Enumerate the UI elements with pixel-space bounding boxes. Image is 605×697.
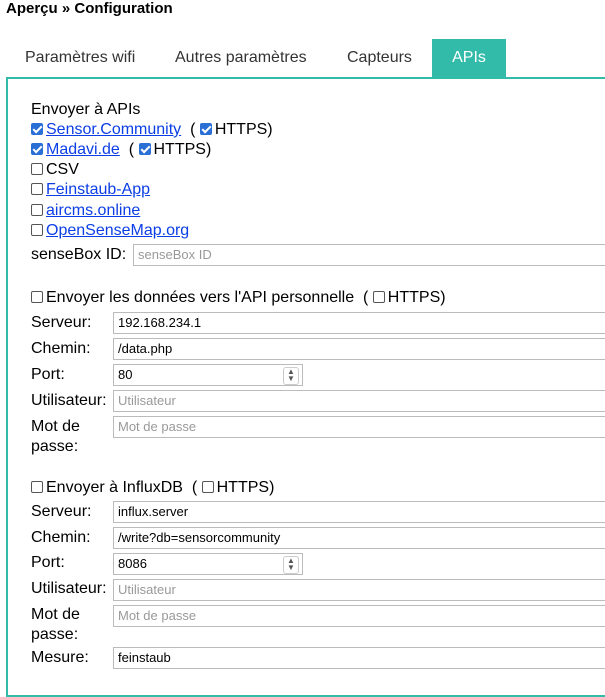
https-label: HTTPS) — [216, 479, 275, 496]
custom-pass-input[interactable]: Mot de passe — [113, 416, 605, 438]
influx-label: Envoyer à InfluxDB — [46, 479, 183, 496]
api-row-sensor-community: Sensor.Community ( HTTPS) — [31, 120, 273, 140]
custom-api-checkbox[interactable] — [31, 291, 43, 303]
sensor-community-https-checkbox[interactable] — [199, 123, 212, 135]
open-paren: ( — [190, 121, 196, 138]
custom-port-input[interactable]: 80 ▲ ▼ — [113, 364, 303, 386]
open-paren: ( — [191, 479, 198, 496]
custom-api-https-checkbox[interactable] — [372, 291, 385, 303]
sensebox-label: senseBox ID: — [31, 246, 127, 263]
tab-sensors[interactable]: Capteurs — [347, 39, 412, 77]
custom-port-value: 80 — [118, 367, 133, 382]
madavi-checkbox[interactable] — [31, 143, 43, 155]
influx-server-input[interactable]: influx.server — [113, 501, 605, 523]
aircms-checkbox[interactable] — [31, 204, 43, 216]
breadcrumb: Aperçu » Configuration — [6, 0, 173, 17]
https-label: HTTPS) — [387, 289, 446, 306]
madavi-https-checkbox[interactable] — [138, 143, 151, 155]
influx-server-label: Serveur: — [31, 503, 92, 520]
influx-row: Envoyer à InfluxDB ( HTTPS) — [31, 478, 274, 498]
influx-measure-label: Mesure: — [31, 649, 89, 666]
influx-port-input[interactable]: 8086 ▲ ▼ — [113, 553, 303, 575]
feinstaub-link[interactable]: Feinstaub-App — [46, 181, 150, 198]
csv-label: CSV — [46, 161, 79, 178]
custom-server-label: Serveur: — [31, 314, 92, 331]
sensor-community-checkbox[interactable] — [31, 123, 43, 135]
influx-path-label: Chemin: — [31, 529, 91, 546]
open-paren: ( — [363, 289, 369, 306]
influx-port-value: 8086 — [118, 556, 147, 571]
custom-pass-label-line2: passe: — [31, 438, 79, 455]
tab-other-settings[interactable]: Autres paramètres — [175, 39, 307, 77]
madavi-link[interactable]: Madavi.de — [46, 141, 120, 158]
sensor-community-link[interactable]: Sensor.Community — [46, 121, 181, 138]
custom-api-label: Envoyer les données vers l'API personnel… — [46, 289, 355, 306]
tab-wifi[interactable]: Paramètres wifi — [25, 39, 135, 77]
apis-panel — [6, 77, 605, 697]
tab-apis[interactable]: APIs — [432, 39, 506, 77]
influx-pass-input[interactable]: Mot de passe — [113, 605, 605, 627]
influx-measure-input[interactable]: feinstaub — [113, 647, 605, 669]
https-label: HTTPS) — [153, 141, 212, 158]
csv-checkbox[interactable] — [31, 163, 43, 175]
api-row-csv: CSV — [31, 160, 79, 180]
port-stepper-icon[interactable]: ▲ ▼ — [283, 556, 299, 574]
influx-user-label: Utilisateur: — [31, 580, 107, 597]
api-row-madavi: Madavi.de ( HTTPS) — [31, 140, 211, 160]
sensebox-input[interactable]: senseBox ID — [133, 244, 605, 266]
opensensemap-link[interactable]: OpenSenseMap.org — [46, 222, 189, 239]
influx-pass-label-line1: Mot de — [31, 606, 80, 623]
custom-user-label: Utilisateur: — [31, 392, 107, 409]
custom-pass-label: Mot de passe: — [31, 417, 80, 457]
influx-user-input[interactable]: Utilisateur — [113, 579, 605, 601]
https-label: HTTPS) — [214, 121, 273, 138]
custom-path-input[interactable]: /data.php — [113, 338, 605, 360]
api-row-opensensemap: OpenSenseMap.org — [31, 221, 189, 241]
apis-heading: Envoyer à APIs — [31, 101, 141, 118]
api-row-aircms: aircms.online — [31, 201, 140, 221]
custom-port-label: Port: — [31, 366, 65, 383]
open-paren: ( — [128, 141, 135, 158]
custom-user-input[interactable]: Utilisateur — [113, 390, 605, 412]
feinstaub-checkbox[interactable] — [31, 183, 43, 195]
opensensemap-checkbox[interactable] — [31, 224, 43, 236]
custom-pass-label-line1: Mot de — [31, 418, 80, 435]
influx-pass-label: Mot de passe: — [31, 605, 80, 645]
api-row-feinstaub: Feinstaub-App — [31, 180, 150, 200]
influx-port-label: Port: — [31, 554, 65, 571]
aircms-link[interactable]: aircms.online — [46, 202, 140, 219]
custom-api-row: Envoyer les données vers l'API personnel… — [31, 288, 446, 308]
influx-pass-label-line2: passe: — [31, 626, 79, 643]
port-stepper-icon[interactable]: ▲ ▼ — [283, 367, 299, 385]
custom-server-input[interactable]: 192.168.234.1 — [113, 312, 605, 334]
custom-path-label: Chemin: — [31, 340, 91, 357]
influx-https-checkbox[interactable] — [201, 481, 214, 493]
influx-path-input[interactable]: /write?db=sensorcommunity — [113, 527, 605, 549]
influx-checkbox[interactable] — [31, 481, 43, 493]
